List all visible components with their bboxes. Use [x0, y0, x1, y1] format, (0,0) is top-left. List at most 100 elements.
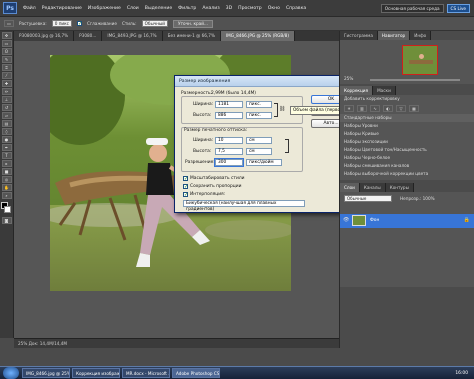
- levels-icon[interactable]: ▥: [357, 105, 367, 112]
- path-select-tool-icon[interactable]: ▸: [1, 160, 12, 167]
- preset-row-2[interactable]: Наборы Кривые: [340, 130, 474, 138]
- blend-mode-select[interactable]: Обычные: [344, 195, 392, 202]
- dodge-tool-icon[interactable]: ●: [1, 136, 12, 143]
- tab-paths[interactable]: Контуры: [385, 183, 414, 192]
- marquee-tool-icon[interactable]: ▭: [1, 40, 12, 47]
- vibrance-icon[interactable]: ▽: [396, 105, 406, 112]
- resample-method-select[interactable]: Бикубическая (наилучшая для плавных град…: [183, 200, 305, 212]
- document-tabs: P3080003.jpg @ 16,7% P3080... IMG_8493.J…: [14, 31, 339, 41]
- preset-row-0[interactable]: Стандартные наборы: [340, 114, 474, 122]
- menu-image[interactable]: Изображение: [85, 6, 124, 11]
- eye-icon[interactable]: 👁: [343, 217, 349, 223]
- width-input[interactable]: 1181: [215, 101, 243, 108]
- width-unit-select[interactable]: пикс.: [246, 101, 272, 108]
- layer-row-background[interactable]: 👁 Фон 🔒: [340, 214, 474, 228]
- preset-row-3[interactable]: Наборы экспозиции: [340, 138, 474, 146]
- eraser-tool-icon[interactable]: ▱: [1, 112, 12, 119]
- color-swatches[interactable]: [0, 202, 13, 216]
- tab-info[interactable]: Инфо: [410, 31, 432, 40]
- brush-tool-icon[interactable]: ✏: [1, 88, 12, 95]
- doc-tab-3[interactable]: IMG_8493.JPG @ 16,7%: [102, 31, 163, 41]
- resample-checkbox[interactable]: ✓: [183, 192, 188, 198]
- gradient-tool-icon[interactable]: ▤: [1, 120, 12, 127]
- menu-view[interactable]: Просмотр: [235, 6, 265, 11]
- menu-layers[interactable]: Слои: [124, 6, 142, 11]
- print-width-unit-select[interactable]: см: [246, 137, 272, 144]
- navigator-panel: 25%: [340, 40, 474, 84]
- crop-tool-icon[interactable]: ⌗: [1, 64, 12, 71]
- smooth-checkbox[interactable]: ✓: [77, 21, 82, 27]
- tab-channels[interactable]: Каналы: [359, 183, 386, 192]
- tab-adjustments[interactable]: Коррекция: [340, 86, 374, 95]
- adjustments-tabs: Коррекция Маски: [340, 86, 474, 95]
- preset-row-7[interactable]: Наборы выборочной коррекции цвета: [340, 170, 474, 178]
- print-height-unit-select[interactable]: см: [246, 148, 272, 155]
- doc-tab-4[interactable]: Без имени-1 @ 66,7%: [162, 31, 221, 41]
- type-tool-icon[interactable]: T: [1, 152, 12, 159]
- history-brush-tool-icon[interactable]: ↺: [1, 104, 12, 111]
- blur-tool-icon[interactable]: ◊: [1, 128, 12, 135]
- doc-tab-active[interactable]: IMG_8466.JPG @ 25% (RGB/8): [220, 31, 295, 41]
- doc-tab-1[interactable]: P3080003.jpg @ 16,7%: [14, 31, 75, 41]
- navigator-zoom[interactable]: 25%: [344, 76, 353, 81]
- quick-mask-icon[interactable]: ◙: [1, 217, 12, 224]
- brightness-icon[interactable]: ☀: [344, 105, 354, 112]
- eyedropper-tool-icon[interactable]: ⁄: [1, 72, 12, 79]
- preset-row-4[interactable]: Наборы Цветовой тон/Насыщенность: [340, 146, 474, 154]
- menu-window[interactable]: Окно: [265, 6, 283, 11]
- pen-tool-icon[interactable]: ✒: [1, 144, 12, 151]
- scale-styles-checkbox[interactable]: ✓: [183, 176, 188, 182]
- hue-icon[interactable]: ▦: [409, 105, 419, 112]
- menu-help[interactable]: Справка: [283, 6, 309, 11]
- preset-row-5[interactable]: Наборы Черно-белое: [340, 154, 474, 162]
- quick-select-tool-icon[interactable]: ✎: [1, 56, 12, 63]
- menu-file[interactable]: Файл: [20, 6, 39, 11]
- menu-analysis[interactable]: Анализ: [199, 6, 222, 11]
- resample-label: Интерполяция:: [190, 192, 226, 197]
- move-tool-icon[interactable]: ✥: [1, 32, 12, 39]
- menu-3d[interactable]: 3D: [223, 6, 235, 11]
- taskbar-item-2[interactable]: Коррекция изображ...: [72, 368, 120, 378]
- zoom-tool-icon[interactable]: ⌕: [1, 192, 12, 199]
- right-panels: Гистограмма Навигатор Инфо 25% Коррекция Ма…: [339, 31, 474, 348]
- lasso-tool-icon[interactable]: ʘ: [1, 48, 12, 55]
- navigator-thumbnail[interactable]: [402, 45, 438, 75]
- cs-live-button[interactable]: CS Live: [446, 3, 470, 13]
- zoom-slider[interactable]: [370, 79, 460, 81]
- taskbar-item-4[interactable]: Adobe Photoshop CS5: [172, 368, 220, 378]
- resolution-input[interactable]: 300: [214, 158, 244, 167]
- style-select[interactable]: Обычный: [141, 20, 169, 27]
- print-width-input[interactable]: 10: [215, 137, 243, 144]
- height-unit-select[interactable]: пикс.: [246, 112, 272, 119]
- hand-tool-icon[interactable]: ✋: [1, 184, 12, 191]
- stamp-tool-icon[interactable]: ⊥: [1, 96, 12, 103]
- start-button[interactable]: [3, 367, 19, 379]
- 3d-rotate-tool-icon[interactable]: ◎: [1, 176, 12, 183]
- constrain-proportions-checkbox[interactable]: ✓: [183, 184, 188, 190]
- doc-tab-2[interactable]: P3080...: [74, 31, 103, 41]
- curves-icon[interactable]: ∿: [370, 105, 380, 112]
- preset-row-1[interactable]: Наборы Уровни: [340, 122, 474, 130]
- menu-filter[interactable]: Фильтр: [175, 6, 199, 11]
- menu-edit[interactable]: Редактирование: [39, 6, 85, 11]
- tab-histogram[interactable]: Гистограмма: [340, 31, 378, 40]
- taskbar-item-3[interactable]: MR.docx - Microsoft ...: [122, 368, 170, 378]
- marquee-tool-icon[interactable]: ▭: [4, 20, 14, 27]
- background-color-swatch[interactable]: [4, 206, 11, 213]
- height-input[interactable]: 886: [215, 112, 243, 119]
- print-height-input[interactable]: 7,5: [215, 148, 243, 155]
- tab-navigator[interactable]: Навигатор: [377, 31, 411, 40]
- tab-masks[interactable]: Маски: [373, 86, 396, 95]
- preset-row-6[interactable]: Наборы смешивания каналов: [340, 162, 474, 170]
- opacity-value[interactable]: Непрозр.: 100%: [400, 196, 435, 201]
- tab-layers[interactable]: Слои: [340, 183, 360, 192]
- resolution-unit-select[interactable]: пикс/дюйм: [246, 159, 282, 166]
- healing-tool-icon[interactable]: ✚: [1, 80, 12, 87]
- feather-input[interactable]: 0 пикс: [51, 20, 72, 27]
- workspace-switcher[interactable]: Основная рабочая среда: [380, 3, 444, 13]
- menu-select[interactable]: Выделение: [142, 6, 175, 11]
- taskbar-item-1[interactable]: IMG_8466.jpg @ 25% (R...: [22, 368, 70, 378]
- refine-edge-button[interactable]: Уточн. край...: [173, 19, 213, 28]
- exposure-icon[interactable]: ◐: [383, 105, 393, 112]
- shape-tool-icon[interactable]: ■: [1, 168, 12, 175]
